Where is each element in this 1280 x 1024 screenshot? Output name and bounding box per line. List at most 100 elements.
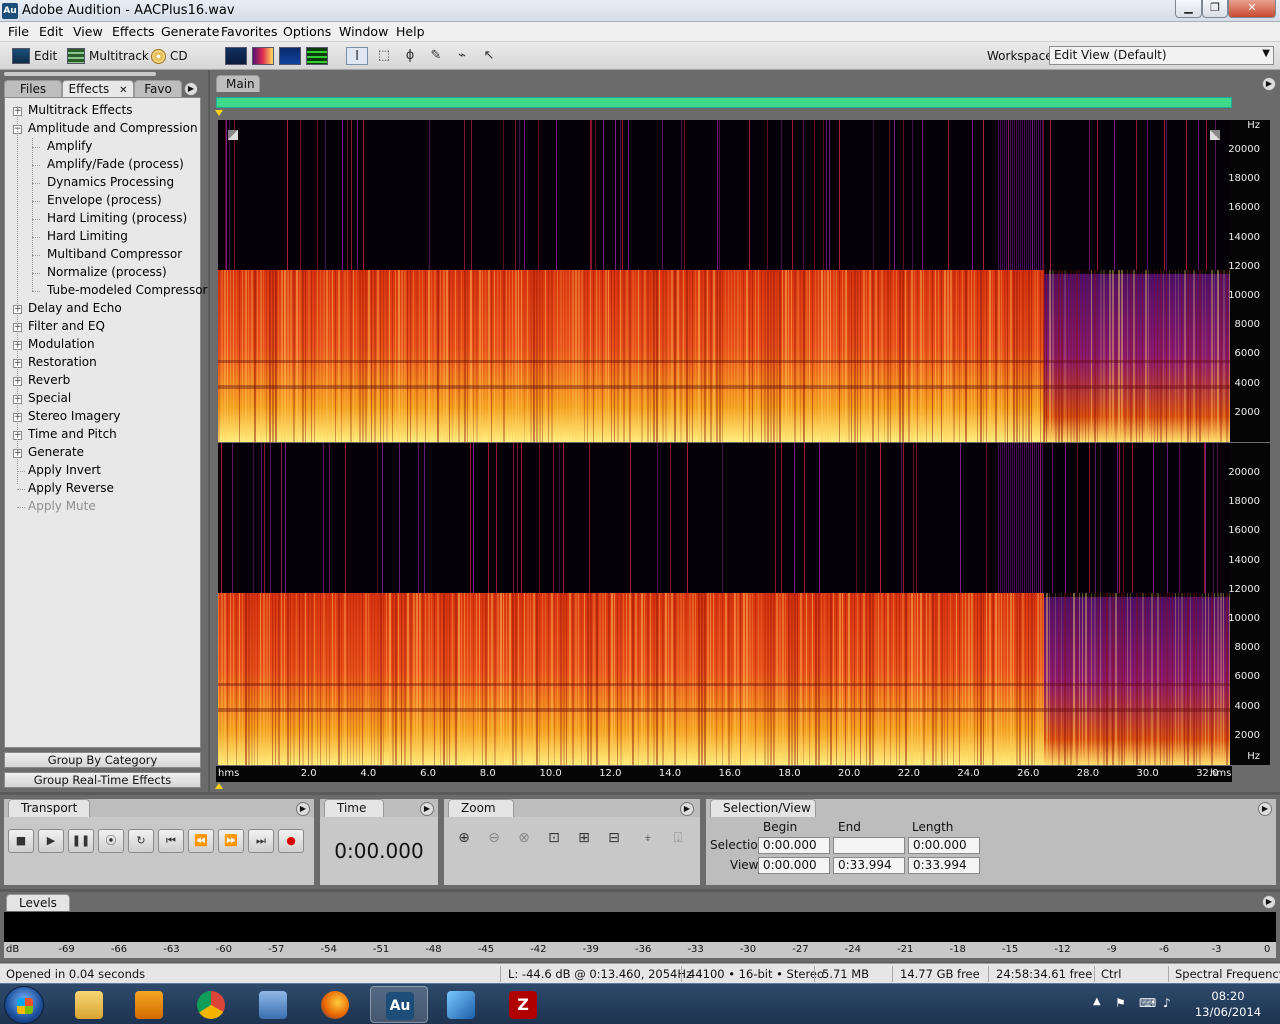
effects-tree-item[interactable]: Delay and Echo — [28, 301, 122, 315]
taskbar-explorer[interactable] — [60, 986, 118, 1023]
fast-forward-button[interactable]: ⏩ — [218, 829, 244, 853]
zoom-out-horizontal-icon[interactable]: ⊖ — [482, 827, 506, 849]
view-begin-field[interactable]: 0:00.000 — [758, 857, 830, 874]
marquee-tool-icon[interactable]: ⬚ — [373, 47, 395, 65]
effects-tree-item[interactable]: Restoration — [28, 355, 97, 369]
show-hidden-icons-icon[interactable]: ▲ — [1093, 996, 1101, 1007]
multitrack-view-button[interactable]: Multitrack — [67, 46, 149, 66]
zoom-in-horizontal-icon[interactable]: ⊕ — [452, 827, 476, 849]
taskbar-filezilla[interactable]: Z — [494, 986, 552, 1023]
loop-button[interactable]: ↻ — [128, 829, 154, 853]
tab-zoom[interactable]: Zoom ✕ — [448, 799, 514, 832]
minimize-button[interactable]: ▁ — [1175, 0, 1202, 18]
network-icon[interactable]: ⌨ — [1139, 996, 1156, 1010]
panel-menu-icon[interactable]: ▶ — [1262, 77, 1276, 91]
panel-menu-icon[interactable]: ▶ — [296, 802, 310, 816]
effects-tree-item[interactable]: Generate — [28, 445, 84, 459]
selection-length-field[interactable]: 0:00.000 — [908, 837, 980, 854]
menu-view[interactable]: View — [73, 24, 103, 39]
tab-levels[interactable]: Levels ✕ — [6, 894, 70, 926]
view-length-field[interactable]: 0:33.994 — [908, 857, 980, 874]
effects-tree-item[interactable]: Dynamics Processing — [47, 175, 174, 189]
overview-bar[interactable] — [216, 97, 1232, 108]
selection-end-field[interactable] — [833, 837, 905, 854]
spectrogram-right-channel[interactable] — [218, 443, 1230, 765]
panel-menu-icon[interactable]: ▶ — [1262, 895, 1276, 909]
zoom-to-left-edge-icon[interactable]: ⊞ — [572, 827, 596, 849]
menu-file[interactable]: File — [8, 24, 29, 39]
time-ruler[interactable]: hms 2.0 4.0 6.0 8.0 10.0 12.0 14.0 16.0 18.0 20.0 2… — [216, 766, 1232, 782]
selection-begin-field[interactable]: 0:00.000 — [758, 837, 830, 854]
status-view-mode[interactable]: Spectral Frequency — [1175, 967, 1280, 981]
clock-time[interactable]: 08:20 — [1200, 989, 1256, 1003]
stop-button[interactable]: ■ — [8, 829, 34, 853]
menu-edit[interactable]: Edit — [39, 24, 63, 39]
spot-healing-tool-icon[interactable]: ⌁ — [451, 47, 473, 65]
effects-tree-item[interactable]: Hard Limiting — [47, 229, 128, 243]
effects-tree-item[interactable]: Envelope (process) — [47, 193, 162, 207]
menu-help[interactable]: Help — [396, 24, 425, 39]
effects-tree-item[interactable]: Tube-modeled Compressor — [47, 283, 207, 297]
go-to-start-button[interactable]: ⏮ — [158, 829, 184, 853]
brush-tool-icon[interactable]: ✎ — [425, 47, 447, 65]
start-button[interactable] — [4, 986, 44, 1024]
play-button[interactable]: ▶ — [38, 829, 64, 853]
edit-view-button[interactable]: Edit — [12, 46, 57, 66]
effects-tree-item[interactable]: Amplify — [47, 139, 92, 153]
spectral-pan-button[interactable] — [279, 47, 301, 65]
effects-tree-item[interactable]: Reverb — [28, 373, 70, 387]
tab-selection-view[interactable]: Selection/View ✕ — [710, 799, 816, 832]
rewind-button[interactable]: ⏪ — [188, 829, 214, 853]
menu-window[interactable]: Window — [339, 24, 388, 39]
effects-tree-item[interactable]: Amplitude and Compression — [28, 121, 198, 135]
spectral-frequency-button[interactable] — [252, 47, 274, 65]
effects-tree-item[interactable]: Special — [28, 391, 71, 405]
effects-tree-item[interactable]: Modulation — [28, 337, 95, 351]
effects-tree-item[interactable]: Time and Pitch — [28, 427, 117, 441]
menu-options[interactable]: Options — [283, 24, 331, 39]
panel-tab-scrollbar[interactable] — [4, 72, 156, 76]
taskbar-network[interactable] — [244, 986, 302, 1023]
panel-menu-icon[interactable]: ▶ — [680, 802, 694, 816]
zoom-out-full-icon[interactable]: ⊗ — [512, 827, 536, 849]
close-icon[interactable]: ✕ — [119, 85, 127, 96]
panel-menu-icon[interactable]: ▶ — [184, 82, 198, 96]
tab-time[interactable]: Time ✕ — [324, 799, 384, 832]
tab-main[interactable]: Main — [216, 75, 260, 92]
taskbar-audition[interactable]: Au — [370, 986, 428, 1023]
effects-tree-item[interactable]: Apply Mute — [28, 499, 96, 513]
taskbar-media-player[interactable] — [120, 986, 178, 1023]
waveform-display-button[interactable] — [225, 47, 247, 65]
effects-tree-item[interactable]: Multiband Compressor — [47, 247, 182, 261]
record-button[interactable]: ● — [278, 829, 304, 853]
group-realtime-effects-button[interactable]: Group Real-Time Effects — [4, 772, 201, 788]
playhead-marker-icon[interactable] — [215, 783, 223, 789]
effects-tree-item[interactable]: Multitrack Effects — [28, 103, 132, 117]
tab-effects[interactable]: Effects ✕ — [62, 80, 134, 97]
play-to-end-button[interactable]: ⦿ — [98, 829, 124, 853]
zoom-out-vertical-icon[interactable]: ⍗ — [666, 827, 690, 849]
scrub-tool-icon[interactable]: ↖ — [478, 47, 500, 65]
cd-view-button[interactable]: CD — [151, 46, 188, 66]
pause-button[interactable]: ❚❚ — [68, 829, 94, 853]
menu-effects[interactable]: Effects — [112, 24, 155, 39]
playhead-marker-icon[interactable] — [215, 110, 223, 116]
effects-tree-item[interactable]: Stereo Imagery — [28, 409, 121, 423]
go-to-end-button[interactable]: ⏭ — [248, 829, 274, 853]
menu-favorites[interactable]: Favorites — [221, 24, 277, 39]
zoom-in-vertical-icon[interactable]: ⍖ — [636, 827, 660, 849]
taskbar-firefox[interactable] — [306, 986, 364, 1023]
lasso-tool-icon[interactable]: ϕ — [399, 47, 421, 65]
group-by-category-button[interactable]: Group By Category — [4, 752, 201, 768]
zoom-to-right-edge-icon[interactable]: ⊟ — [602, 827, 626, 849]
effects-tree-item[interactable]: Filter and EQ — [28, 319, 105, 333]
close-button[interactable]: ✕ — [1228, 0, 1276, 18]
workspace-dropdown[interactable]: Edit View (Default) ▼ — [1049, 46, 1274, 65]
tab-transport[interactable]: Transport ✕ — [8, 799, 90, 832]
clock-date[interactable]: 13/06/2014 — [1192, 1005, 1264, 1019]
zoom-to-selection-icon[interactable]: ⊡ — [542, 827, 566, 849]
effects-tree-item[interactable]: Apply Reverse — [28, 481, 114, 495]
panel-menu-icon[interactable]: ▶ — [1258, 802, 1272, 816]
maximize-button[interactable]: ❐ — [1202, 0, 1228, 18]
effects-tree-item[interactable]: Apply Invert — [28, 463, 101, 477]
